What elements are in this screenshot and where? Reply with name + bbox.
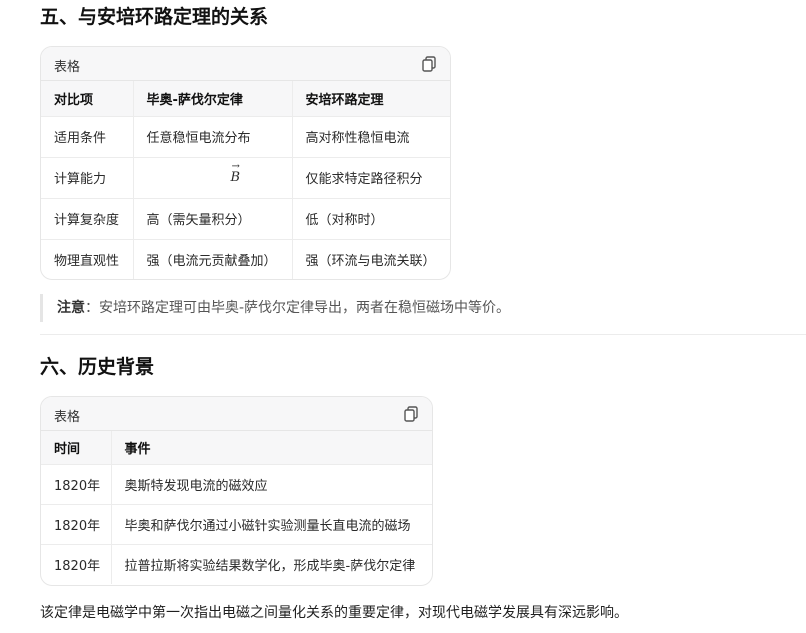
table-cell: 计算能力 <box>41 157 134 199</box>
table-cell: B <box>133 157 293 199</box>
table-row: 计算能力 B 仅能求特定路径积分 <box>41 157 450 199</box>
history-table-card: 表格 时间 事件 1820年 奥斯特发现电流的磁效应 1820年 毕奥和萨伐尔通… <box>40 396 433 586</box>
copy-icon[interactable] <box>404 406 418 422</box>
table-label: 表格 <box>54 410 81 425</box>
table-cell: 毕奥和萨伐尔通过小磁针实验测量长直电流的磁场 <box>111 504 432 545</box>
table-cell: 强（电流元贡献叠加） <box>133 239 293 279</box>
vector-b-symbol: B <box>231 161 241 185</box>
table-row: 1820年 拉普拉斯将实验结果数学化，形成毕奥-萨伐尔定律 <box>41 544 432 584</box>
table-label: 表格 <box>54 60 81 75</box>
table-row: 1820年 毕奥和萨伐尔通过小磁针实验测量长直电流的磁场 <box>41 504 432 545</box>
column-header: 时间 <box>41 431 112 465</box>
table-row: 计算复杂度 高（需矢量积分） 低（对称时） <box>41 198 450 240</box>
table-cell: 拉普拉斯将实验结果数学化，形成毕奥-萨伐尔定律 <box>124 558 416 574</box>
table-header-bar: 表格 <box>41 397 432 431</box>
column-header: 毕奥-萨伐尔定律 <box>133 81 293 117</box>
copy-icon[interactable] <box>422 56 436 72</box>
table-row: 1820年 奥斯特发现电流的磁效应 <box>41 464 432 505</box>
table-cell: 计算复杂度 <box>41 198 134 240</box>
table-cell: 1820年 <box>41 464 112 505</box>
table-cell: 高（需矢量积分） <box>133 198 293 240</box>
note-blockquote: 注意：安培环路定理可由毕奥-萨伐尔定律导出，两者在稳恒磁场中等价。 <box>40 294 806 322</box>
table-cell: 任意稳恒电流分布 <box>133 116 293 158</box>
section-5-heading: 五、与安培环路定理的关系 <box>40 6 269 28</box>
note-label: 注意 <box>57 300 85 316</box>
table-header-row: 对比项 毕奥-萨伐尔定律 安培环路定理 <box>41 81 450 117</box>
table-cell: 低（对称时） <box>292 198 450 240</box>
table-cell: 强（环流与电流关联） <box>305 254 436 270</box>
table-cell: 适用条件 <box>41 116 134 158</box>
table-cell: 1820年 <box>41 504 112 545</box>
table-cell: 奥斯特发现电流的磁效应 <box>111 464 432 505</box>
column-header: 对比项 <box>41 81 134 117</box>
table-header-bar: 表格 <box>41 47 450 81</box>
note-text: ：安培环路定理可由毕奥-萨伐尔定律导出，两者在稳恒磁场中等价。 <box>85 300 511 316</box>
table-cell: 高对称性稳恒电流 <box>292 116 450 158</box>
table-header-row: 时间 事件 <box>41 431 432 465</box>
column-header: 事件 <box>111 431 432 465</box>
table-cell: 仅能求特定路径积分 <box>292 157 450 199</box>
column-header: 安培环路定理 <box>292 81 450 117</box>
closing-paragraph: 该定律是电磁学中第一次指出电磁之间量化关系的重要定律，对现代电磁学发展具有深远影… <box>40 605 628 621</box>
section-divider <box>40 334 806 335</box>
table-cell: 物理直观性 <box>41 239 134 279</box>
table-row: 适用条件 任意稳恒电流分布 高对称性稳恒电流 <box>41 116 450 158</box>
history-table: 时间 事件 1820年 奥斯特发现电流的磁效应 1820年 毕奥和萨伐尔通过小磁… <box>41 431 432 584</box>
table-row: 物理直观性 强（电流元贡献叠加） 强（环流与电流关联） <box>41 239 450 279</box>
comparison-table-card: 表格 对比项 毕奥-萨伐尔定律 安培环路定理 适用条件 任意稳恒电流分布 高对称… <box>40 46 451 280</box>
table-cell: 1820年 <box>41 544 112 584</box>
section-6-heading: 六、历史背景 <box>40 356 155 378</box>
document-page: 五、与安培环路定理的关系 表格 对比项 毕奥-萨伐尔定律 安培环路定理 适用条件 <box>0 0 806 633</box>
comparison-table: 对比项 毕奥-萨伐尔定律 安培环路定理 适用条件 任意稳恒电流分布 高对称性稳恒… <box>41 81 450 279</box>
